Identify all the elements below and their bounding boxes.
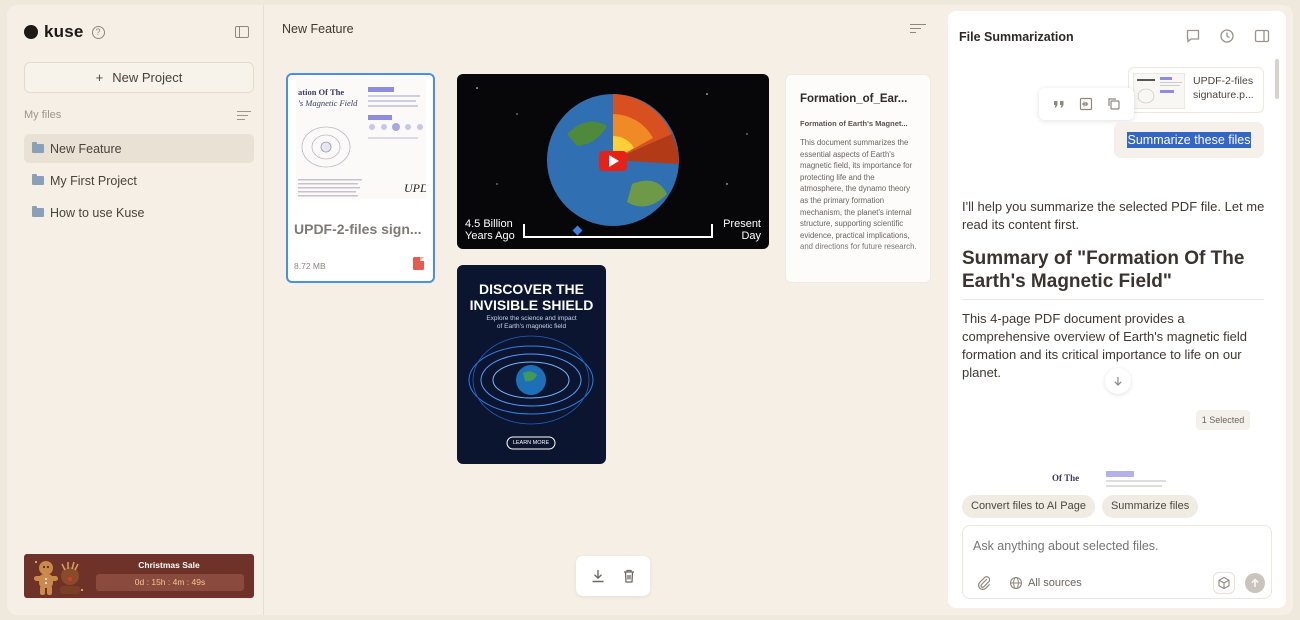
assistant-intro: I'll help you summarize the selected PDF…	[962, 199, 1265, 232]
gingerbread-illustration	[34, 561, 83, 595]
file-card-document[interactable]: Formation_of_Ear... Formation of Earth's…	[785, 74, 931, 283]
file-size: 8.72 MB	[294, 261, 326, 271]
chat-input-box: All sources	[962, 525, 1272, 599]
folder-label: How to use Kuse	[50, 205, 145, 220]
christmas-sale-banner[interactable]: Christmas Sale 0d : 15h : 4m : 49s	[24, 554, 254, 598]
copy-icon[interactable]	[1107, 97, 1121, 111]
model-button[interactable]	[1213, 572, 1235, 594]
folder-list: New Feature My First Project How to use …	[24, 134, 254, 230]
trash-icon[interactable]	[619, 566, 639, 586]
insert-icon[interactable]	[1079, 97, 1093, 111]
scrollbar[interactable]	[1275, 59, 1279, 99]
folder-icon	[32, 206, 44, 217]
folder-label: New Feature	[50, 141, 122, 156]
selected-count-badge: 1 Selected	[1196, 410, 1250, 430]
doc-fade	[786, 242, 930, 282]
poster-subtitle: Explore the science and impact of Earth'…	[457, 315, 606, 331]
preview-title: Of The	[1052, 473, 1080, 483]
logo-text: kuse	[44, 22, 84, 41]
pdf-thumb-title-1: ation Of The	[298, 87, 345, 97]
panel-toggle-icon[interactable]	[1254, 28, 1270, 44]
suggestion-summarize-files[interactable]: Summarize files	[1101, 495, 1199, 518]
attached-file-name-line: signature.p...	[1193, 89, 1254, 101]
poster-title-line: DISCOVER THE	[478, 281, 584, 297]
message-toolbar	[1039, 88, 1134, 120]
history-icon[interactable]	[1219, 28, 1235, 44]
doc-title: Formation_of_Ear...	[800, 93, 908, 105]
promo-title: Christmas Sale	[138, 560, 200, 570]
all-sources-label: All sources	[1028, 577, 1082, 589]
caption-line: Present	[723, 218, 761, 230]
cube-icon	[1218, 576, 1230, 590]
divider	[962, 299, 1264, 300]
selected-file-preview: Of The	[1046, 459, 1181, 491]
caption-line: Day	[741, 230, 761, 242]
video-caption-left: 4.5 Billion Years Ago	[465, 218, 515, 242]
caption-line: Years Ago	[465, 230, 515, 242]
pdf-thumb-title-2: 's Magnetic Field	[298, 98, 358, 108]
poster-subtitle-line: Explore the science and impact	[486, 315, 577, 322]
file-card-pdf[interactable]: ation Of The 's Magnetic Field UPD UPDF-…	[286, 73, 435, 283]
sidebar: kuse ? + New Project My files New Featur…	[7, 5, 264, 615]
send-button[interactable]	[1245, 573, 1265, 593]
sidebar-item-new-feature[interactable]: New Feature	[24, 134, 254, 163]
my-files-label: My files	[24, 109, 62, 121]
page-title: New Feature	[282, 22, 354, 36]
video-caption-right: Present Day	[723, 218, 761, 242]
file-name: UPDF-2-files sign...	[294, 221, 422, 237]
folder-label: My First Project	[50, 173, 137, 188]
suggestion-chips: Convert files to AI Page Summarize files	[962, 495, 1205, 519]
download-icon[interactable]	[588, 566, 608, 586]
caption-line: 4.5 Billion	[465, 218, 513, 230]
attached-file-name: UPDF-2-files signature.p...	[1193, 74, 1261, 102]
attached-file-name-line: UPDF-2-files	[1193, 75, 1254, 87]
logo-mark-icon	[24, 25, 38, 39]
doc-preview-text: This document summarizes the essential a…	[800, 138, 917, 251]
folder-icon	[32, 142, 44, 153]
suggestion-convert-to-ai-page[interactable]: Convert files to AI Page	[962, 495, 1095, 518]
arrow-up-icon	[1251, 578, 1259, 587]
scroll-down-button[interactable]	[1105, 368, 1131, 394]
poster-title: DISCOVER THE INVISIBLE SHIELD	[457, 281, 606, 313]
user-message-text: Summarize these files	[1126, 132, 1252, 148]
all-sources-button[interactable]: All sources	[1003, 572, 1090, 594]
file-card-video[interactable]: 4.5 Billion Years Ago Present Day	[457, 74, 769, 249]
chat-input[interactable]	[973, 539, 1253, 553]
help-icon[interactable]: ?	[91, 25, 105, 39]
promo-countdown: 0d : 15h : 4m : 49s	[96, 574, 244, 591]
app-window: kuse ? + New Project My files New Featur…	[7, 5, 1293, 615]
pdf-thumb-signature: UPD	[404, 181, 426, 195]
selection-action-bar	[576, 556, 650, 596]
attached-file-chip[interactable]: UPDF-2-files signature.p...	[1128, 67, 1264, 113]
file-summarization-panel: File Summarization UPDF-2-files signatur…	[948, 11, 1286, 608]
globe-icon	[1009, 576, 1023, 590]
panel-title: File Summarization	[959, 30, 1074, 44]
assistant-summary-heading: Summary of "Formation Of The Earth's Mag…	[962, 248, 1245, 292]
user-message: Summarize these files	[1114, 122, 1264, 158]
sidebar-item-my-first-project[interactable]: My First Project	[24, 166, 254, 195]
new-project-button[interactable]: + New Project	[24, 62, 254, 93]
sidebar-item-how-to-use-kuse[interactable]: How to use Kuse	[24, 198, 254, 227]
sort-files-icon[interactable]	[237, 111, 251, 121]
attach-icon[interactable]	[975, 574, 993, 592]
poster-title-line: INVISIBLE SHIELD	[469, 297, 594, 313]
poster-learn-more: LEARN MORE	[512, 440, 550, 446]
poster-subtitle-line: of Earth's magnetic field	[496, 323, 567, 330]
pdf-file-icon	[413, 257, 424, 270]
plus-icon: +	[95, 70, 104, 85]
quote-icon[interactable]	[1052, 97, 1066, 111]
file-card-poster[interactable]: DISCOVER THE INVISIBLE SHIELD Explore th…	[457, 265, 606, 464]
sort-icon[interactable]	[910, 24, 926, 36]
main-area: New Feature ation Of The 's Magnetic Fie…	[264, 5, 947, 615]
logo[interactable]: kuse ?	[24, 22, 105, 41]
doc-subtitle: Formation of Earth's Magnet...	[800, 119, 908, 128]
collapse-sidebar-icon[interactable]	[235, 26, 249, 38]
attached-file-thumbnail	[1133, 73, 1185, 109]
folder-icon	[32, 174, 44, 185]
new-project-label: New Project	[112, 70, 183, 85]
arrow-down-icon	[1114, 377, 1122, 386]
new-chat-icon[interactable]	[1185, 28, 1201, 44]
pdf-thumbnail: ation Of The 's Magnetic Field UPD	[296, 77, 426, 199]
